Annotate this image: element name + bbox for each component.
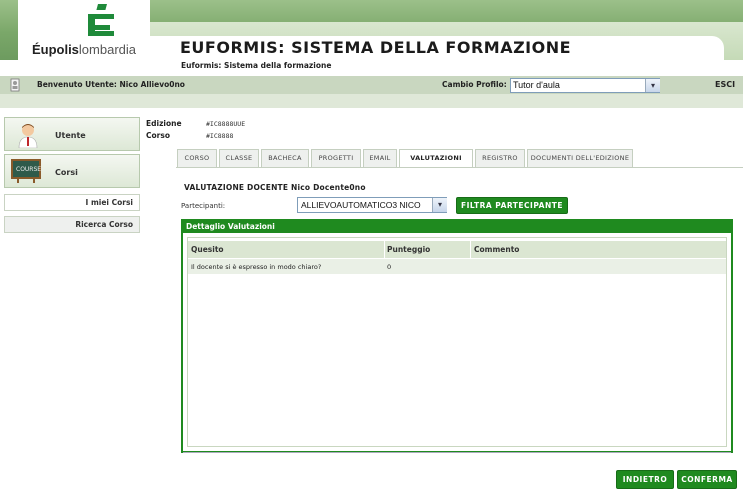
profile-label: Cambio Profilo: <box>442 80 507 89</box>
eupolis-logo-icon <box>88 4 114 36</box>
chevron-down-icon[interactable]: ▾ <box>645 79 660 92</box>
sidebar-user-panel[interactable]: Utente <box>4 117 140 151</box>
chevron-down-icon[interactable]: ▾ <box>432 198 447 212</box>
section-title: VALUTAZIONE DOCENTE Nico Docente0no <box>184 183 366 192</box>
course-label: Corso <box>146 131 170 140</box>
details-bottom-rule <box>183 452 731 453</box>
user-icon <box>10 78 20 92</box>
tab-progetti[interactable]: PROGETTI <box>311 149 361 167</box>
details-title: Dettaglio Valutazioni <box>186 222 275 231</box>
column-header-punteggio: Punteggio <box>387 245 431 254</box>
tab-registro[interactable]: REGISTRO <box>475 149 525 167</box>
chalkboard-icon: COURSE <box>11 159 41 183</box>
logout-link[interactable]: ESCI <box>715 80 735 89</box>
tab-divider <box>176 167 743 168</box>
column-divider <box>470 241 471 258</box>
sidebar-courses-label: Corsi <box>55 168 78 177</box>
app-title: EUFORMIS: SISTEMA DELLA FORMAZIONE <box>180 38 572 57</box>
sidebar-user-label: Utente <box>55 131 86 140</box>
tab-bacheca[interactable]: BACHECA <box>261 149 309 167</box>
tab-corso[interactable]: CORSO <box>177 149 217 167</box>
back-button[interactable]: INDIETRO <box>616 470 674 489</box>
tab-documenti[interactable]: DOCUMENTI DELL'EDIZIONE <box>527 149 633 167</box>
sidebar-item-my-courses[interactable]: I miei Corsi <box>4 194 140 211</box>
tab-valutazioni[interactable]: VALUTAZIONI <box>399 149 473 168</box>
edition-label: Edizione <box>146 119 182 128</box>
sidebar-item-course-search[interactable]: Ricerca Corso <box>4 216 140 233</box>
column-divider <box>384 241 385 258</box>
table-cell-score: 0 <box>387 263 392 271</box>
tab-email[interactable]: EMAIL <box>363 149 397 167</box>
welcome-text: Benvenuto Utente: Nico Allievo0no <box>37 80 185 89</box>
profile-select-value: Tutor d'aula <box>513 80 560 90</box>
tab-classe[interactable]: CLASSE <box>219 149 259 167</box>
user-bar-strip <box>0 94 743 108</box>
svg-text:COURSE: COURSE <box>16 166 41 173</box>
table-cell-question: Il docente si è espresso in modo chiaro? <box>191 263 322 271</box>
course-value: #IC8888 <box>206 132 234 140</box>
filter-participant-button[interactable]: FILTRA PARTECIPANTE <box>456 197 568 214</box>
participants-label: Partecipanti: <box>181 202 226 210</box>
edition-value: #IC8888UUE <box>206 120 246 128</box>
app-subtitle: Euformis: Sistema della formazione <box>181 61 332 70</box>
logo[interactable]: Éupolislombardia <box>18 0 150 60</box>
confirm-button[interactable]: CONFERMA <box>677 470 737 489</box>
table-header <box>188 241 726 258</box>
logo-text: Éupolislombardia <box>31 42 137 57</box>
sidebar-courses-panel[interactable]: COURSE Corsi <box>4 154 140 188</box>
column-header-quesito: Quesito <box>191 245 224 254</box>
user-avatar-icon <box>18 124 38 148</box>
column-header-commento: Commento <box>474 245 520 254</box>
participants-select-value: ALLIEVOAUTOMATICO3 NICO <box>301 200 421 210</box>
